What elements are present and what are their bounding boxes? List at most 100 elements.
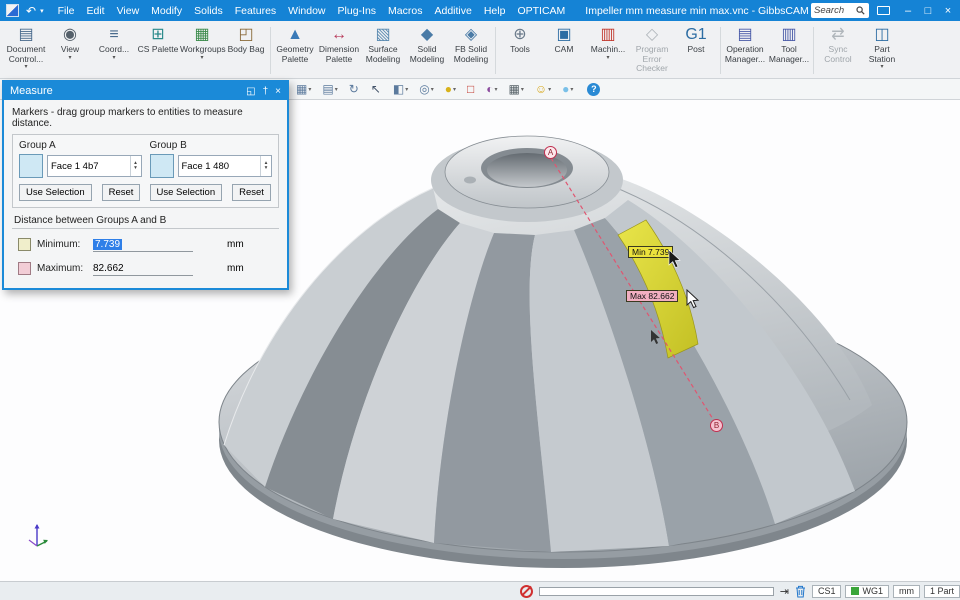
chevron-down-icon: ▾ xyxy=(570,86,573,93)
material-icon[interactable]: □ xyxy=(467,82,475,96)
fast-forward-icon[interactable]: ⇥ xyxy=(780,585,789,598)
spinner-icons[interactable]: ▴ ▾ xyxy=(260,156,271,176)
ribbon-item-label: Tools xyxy=(510,45,530,55)
print-icon[interactable]: ▤ ▾ xyxy=(322,82,337,96)
ribbon-item-machining[interactable]: ▥ Machin... ▾ xyxy=(586,23,630,78)
menu-item[interactable]: Window xyxy=(282,5,331,17)
minimum-color-swatch[interactable] xyxy=(18,238,31,251)
menu-item[interactable]: Help xyxy=(478,5,512,17)
part-indicator[interactable]: 1 Part xyxy=(924,585,960,598)
grid-icon[interactable]: ▦ ▾ xyxy=(508,82,523,96)
ribbon-item-label: Solid Modeling xyxy=(405,45,449,64)
select-cursor-icon[interactable]: ↖ xyxy=(371,82,382,96)
group-a-use-selection-button[interactable]: Use Selection xyxy=(19,184,92,201)
spinner-icons[interactable]: ▴ ▾ xyxy=(130,156,141,176)
menu-item[interactable]: File xyxy=(52,5,81,17)
ribbon-item-label: Body Bag xyxy=(228,45,265,55)
close-icon[interactable]: × xyxy=(275,86,281,97)
ribbon-item-icon: ▤ xyxy=(18,25,33,44)
ribbon-item-label: FB Solid Modeling xyxy=(449,45,493,64)
float-window-icon[interactable]: ◱ xyxy=(246,86,255,97)
undo-dropdown-icon[interactable]: ▾ xyxy=(38,7,46,15)
measure-dialog-titlebar[interactable]: Measure ◱ † × xyxy=(4,82,287,100)
maximize-button[interactable]: □ xyxy=(920,5,936,17)
window-views-icon[interactable]: ▦ ▾ xyxy=(296,82,311,96)
toolbar-icon-glyph: ◎ xyxy=(419,82,429,96)
undo-icon[interactable]: ↶ xyxy=(24,4,38,18)
ribbon-item-coord[interactable]: ≡ Coord... ▾ xyxy=(92,23,136,78)
ribbon-item-workgroups[interactable]: ▦ Workgroups ▾ xyxy=(180,23,224,78)
ribbon-item-surface-modeling[interactable]: ▧ Surface Modeling xyxy=(361,23,405,78)
ribbon-item-tool-manager[interactable]: ▥ Tool Manager... xyxy=(767,23,811,78)
shading-sphere-icon[interactable]: ● ▾ xyxy=(445,82,456,96)
ribbon-separator xyxy=(813,27,814,74)
search-box[interactable] xyxy=(811,3,869,18)
stop-icon[interactable] xyxy=(520,585,533,598)
units-indicator[interactable]: mm xyxy=(893,585,920,598)
app-icon[interactable] xyxy=(6,4,19,17)
group-a-reset-button[interactable]: Reset xyxy=(102,184,141,201)
max-distance-tag[interactable]: Max 82.662 xyxy=(626,290,678,302)
ribbon-item-fb-solid-modeling[interactable]: ◈ FB Solid Modeling xyxy=(449,23,493,78)
min-distance-tag[interactable]: Min 7.739 xyxy=(628,246,673,258)
render-sphere-icon[interactable]: ● ▾ xyxy=(562,82,573,96)
minimum-value-field[interactable]: 7.739 xyxy=(93,237,193,252)
ribbon-item-icon: ◰ xyxy=(238,25,253,44)
group-a-color-swatch[interactable] xyxy=(19,154,43,178)
redraw-icon[interactable]: ↻ xyxy=(349,82,360,96)
view-cube-icon[interactable]: ◧ ▾ xyxy=(393,82,408,96)
wg-indicator[interactable]: WG1 xyxy=(845,585,889,598)
gibbscam-window: ↶ ▾ FileEditViewModifySolidsFeaturesWind… xyxy=(0,0,960,600)
menu-item[interactable]: Edit xyxy=(81,5,111,17)
menu-bar: FileEditViewModifySolidsFeaturesWindowPl… xyxy=(52,5,572,17)
close-button[interactable]: × xyxy=(940,5,956,17)
cs-indicator[interactable]: CS1 xyxy=(812,585,842,598)
maximum-color-swatch[interactable] xyxy=(18,262,31,275)
ribbon-item-document-control[interactable]: ▤ Document Control... ▾ xyxy=(4,23,48,78)
ribbon-item-tools[interactable]: ⊕ Tools xyxy=(498,23,542,78)
ribbon-item-cam[interactable]: ▣ CAM xyxy=(542,23,586,78)
menu-item[interactable]: Features xyxy=(229,5,282,17)
group-b-entity-selector[interactable]: Face 1 480 ▴ ▾ xyxy=(178,155,273,177)
maximum-value-field[interactable]: 82.662 xyxy=(93,261,193,276)
ribbon-item-dimension-palette[interactable]: ↔ Dimension Palette xyxy=(317,23,361,78)
spinner-down-icon[interactable]: ▾ xyxy=(134,166,137,171)
menu-item[interactable]: Modify xyxy=(145,5,188,17)
group-b-reset-button[interactable]: Reset xyxy=(232,184,271,201)
ribbon-item-solid-modeling[interactable]: ◆ Solid Modeling xyxy=(405,23,449,78)
ribbon: ▤ Document Control... ▾ ◉ View ▾ ≡ Coord… xyxy=(0,21,960,79)
ribbon-item-part-station[interactable]: ◫ Part Station ▾ xyxy=(860,23,904,78)
group-b-color-swatch[interactable] xyxy=(150,154,174,178)
toolbar-icon-glyph: □ xyxy=(467,82,474,96)
group-a-marker[interactable]: A xyxy=(544,146,557,159)
ribbon-item-post[interactable]: G1 Post xyxy=(674,23,718,78)
ribbon-item-geometry-palette[interactable]: ▲ Geometry Palette xyxy=(273,23,317,78)
group-b-marker[interactable]: B xyxy=(710,419,723,432)
pin-icon[interactable]: † xyxy=(263,86,269,97)
menu-item[interactable]: OPTICAM xyxy=(511,5,571,17)
ribbon-item-sync-control[interactable]: ⇄ Sync Control xyxy=(816,23,860,78)
ribbon-item-cs-palette[interactable]: ⊞ CS Palette xyxy=(136,23,180,78)
ribbon-item-body-bag[interactable]: ◰ Body Bag xyxy=(224,23,268,78)
menu-item[interactable]: Plug-Ins xyxy=(332,5,383,17)
ribbon-item-program-error-checker[interactable]: ◇ Program Error Checker xyxy=(630,23,674,78)
palette-icon[interactable]: ◐ ▾ xyxy=(486,82,497,96)
face-quality-icon[interactable]: ☺ ▾ xyxy=(535,82,551,96)
spinner-down-icon[interactable]: ▾ xyxy=(265,166,268,171)
ribbon-item-view[interactable]: ◉ View ▾ xyxy=(48,23,92,78)
group-a-label: Group A xyxy=(19,140,142,151)
ribbon-item-operation-manager[interactable]: ▤ Operation Manager... xyxy=(723,23,767,78)
trash-icon[interactable] xyxy=(795,585,806,598)
help-icon[interactable]: ? xyxy=(587,83,600,96)
keyboard-icon[interactable] xyxy=(877,6,890,15)
group-a-entity-selector[interactable]: Face 1 4b7 ▴ ▾ xyxy=(47,155,142,177)
minimize-button[interactable]: – xyxy=(900,5,916,17)
menu-item[interactable]: Macros xyxy=(382,5,428,17)
zoom-icon[interactable]: ◎ ▾ xyxy=(419,82,434,96)
group-b-use-selection-button[interactable]: Use Selection xyxy=(150,184,223,201)
menu-item[interactable]: Additive xyxy=(428,5,477,17)
search-input[interactable] xyxy=(814,5,856,16)
menu-item[interactable]: View xyxy=(111,5,146,17)
ribbon-item-label: Tool Manager... xyxy=(767,45,811,64)
menu-item[interactable]: Solids xyxy=(188,5,229,17)
